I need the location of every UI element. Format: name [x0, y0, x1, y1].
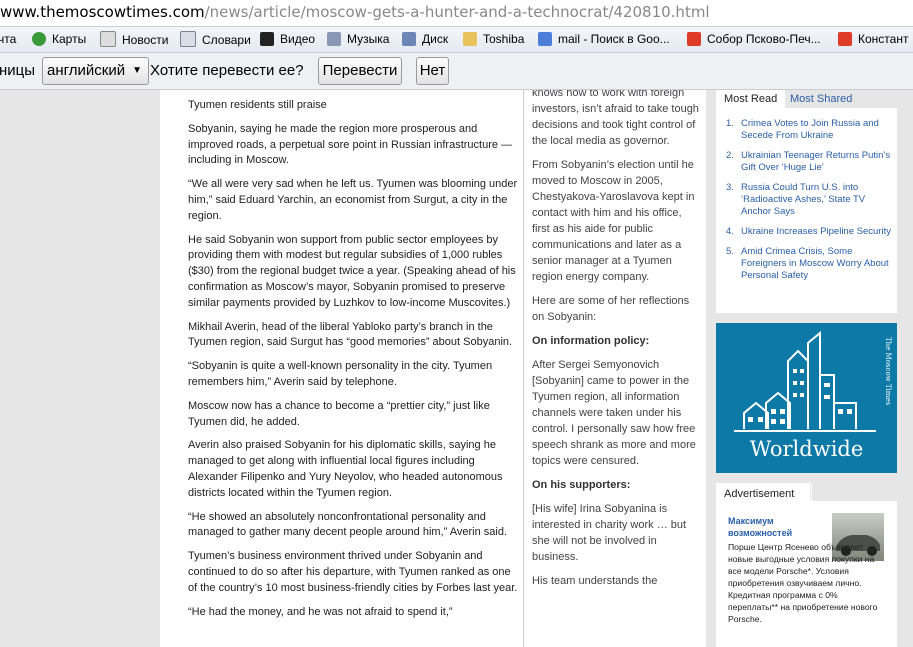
ad-header-bg: [812, 483, 897, 501]
translate-question: Хотите перевести ее?: [150, 62, 304, 79]
disk-icon: [402, 32, 416, 46]
translate-prefix: ницы: [0, 62, 36, 79]
article-paragraph: Tyumen’s business environment thrived un…: [188, 550, 518, 594]
bookmark-label: mail - Поиск в Goo...: [558, 32, 670, 46]
video-icon: [260, 32, 274, 46]
quote-paragraph: Here are some of her reflections on Soby…: [532, 295, 690, 323]
tab-most-shared[interactable]: Most Shared: [782, 90, 860, 108]
item-number: 2.: [726, 150, 734, 161]
quote-paragraph: His team understands the: [532, 575, 658, 587]
music-icon: [327, 32, 341, 46]
item-number: 4.: [726, 226, 734, 237]
bookmark-label: Констант: [858, 32, 909, 46]
most-read-widget: Most Read Most Shared 1. Crimea Votes to …: [716, 90, 897, 313]
bookmark-news[interactable]: Новости: [100, 31, 168, 48]
url-path: /news/article/moscow-gets-a-hunter-and-a…: [204, 3, 710, 21]
bookmark-maps[interactable]: Карты: [32, 31, 86, 48]
bookmark-dictionary[interactable]: Словари: [180, 31, 251, 48]
bookmark-label: Музыка: [347, 32, 390, 46]
quote-paragraph: knows how to work with foreign investors…: [532, 90, 699, 147]
most-read-item[interactable]: 4. Ukraine Increases Pipeline Security: [726, 226, 894, 238]
article-paragraph: “Sobyanin is quite a well-known personal…: [188, 360, 493, 388]
most-read-item[interactable]: 3. Russia Could Turn U.S. into ‘Radioacti…: [726, 182, 894, 218]
address-bar[interactable]: www.themoscowtimes.com/news/article/mosc…: [0, 0, 913, 27]
bookmark-google[interactable]: mail - Поиск в Goo...: [538, 31, 670, 48]
bookmark-label: Видео: [280, 32, 316, 46]
banner-side-logo: The Moscow Times: [884, 337, 892, 406]
ad-title[interactable]: Максимум возможностей: [728, 515, 818, 539]
ad-header: Advertisement: [716, 483, 811, 501]
banner-title: Worldwide: [749, 437, 864, 461]
item-link[interactable]: Amid Crimea Crisis, Some Foreigners in M…: [741, 246, 889, 281]
ad-text: Порше Центр Ясенево объявляет новые выго…: [728, 542, 878, 624]
bookmark-label: Собор Псково-Печ...: [707, 32, 821, 46]
item-link[interactable]: Crimea Votes to Join Russia and Secede F…: [741, 118, 879, 141]
item-number: 3.: [726, 182, 734, 193]
most-read-tabs: Most Read Most Shared: [716, 90, 897, 108]
article-paragraph: “He showed an absolutely nonconfrontatio…: [188, 510, 507, 539]
article-paragraph: Averin also praised Sobyanin for his dip…: [188, 439, 503, 499]
article-paragraph: Moscow now has a chance to become a “pre…: [188, 399, 490, 428]
google-icon: [538, 32, 552, 46]
bookmark-mail[interactable]: чта: [0, 31, 16, 48]
most-read-item[interactable]: 5. Amid Crimea Crisis, Some Foreigners in…: [726, 246, 894, 282]
language-select[interactable]: английский ▼: [42, 57, 149, 85]
item-number: 5.: [726, 246, 734, 257]
quote-heading: On his supporters:: [532, 479, 631, 491]
quote-paragraph: After Sergei Semyonovich [Sobyanin] came…: [532, 359, 696, 467]
page-content: Tyumen residents still praise Sobyanin, s…: [0, 90, 913, 647]
most-read-item[interactable]: 1. Crimea Votes to Join Russia and Secede…: [726, 118, 894, 142]
bookmark-konstant[interactable]: Констант: [838, 31, 908, 48]
article-paragraph: He said Sobyanin won support from public…: [188, 233, 516, 309]
item-link[interactable]: Russia Could Turn U.S. into ‘Radioactive…: [741, 182, 865, 217]
bookmark-label: Toshiba: [483, 32, 525, 46]
bookmark-label: Словари: [202, 33, 251, 47]
translate-bar: ницы английский ▼ Хотите перевести ее? Пе…: [0, 53, 913, 90]
bookmark-music[interactable]: Музыка: [327, 31, 389, 48]
quote-heading: On information policy:: [532, 335, 650, 347]
yandex-icon: [687, 32, 701, 46]
yandex-icon: [838, 32, 852, 46]
url-domain: www.themoscowtimes.com: [0, 3, 205, 21]
worldwide-banner[interactable]: The Moscow Times Worldwide: [716, 323, 897, 473]
bookmark-label: чта: [0, 32, 17, 46]
advertisement-box: Advertisement Максимум возможностей Порш…: [716, 483, 897, 647]
bookmark-video[interactable]: Видео: [260, 31, 315, 48]
bookmark-label: Карты: [52, 32, 87, 46]
quote-paragraph: [His wife] Irina Sobyanina is interested…: [532, 503, 687, 563]
item-link[interactable]: Ukrainian Teenager Returns Putin’s Gift …: [741, 150, 890, 173]
most-read-list: 1. Crimea Votes to Join Russia and Secede…: [726, 118, 894, 290]
maps-icon: [32, 32, 46, 46]
dictionary-icon: [180, 31, 196, 47]
bookmarks-bar: чта Карты Новости Словари Видео Музыка Д…: [0, 27, 913, 53]
article-paragraph: “He had the money, and he was not afraid…: [188, 605, 453, 618]
news-icon: [100, 31, 116, 47]
tab-most-read[interactable]: Most Read: [716, 90, 786, 108]
item-number: 1.: [726, 118, 734, 129]
bookmark-toshiba[interactable]: Toshiba: [463, 31, 524, 48]
bookmark-disk[interactable]: Диск: [402, 31, 448, 48]
quote-paragraph: From Sobyanin’s election until he moved …: [532, 159, 695, 283]
article-paragraph: Mikhail Averin, head of the liberal Yabl…: [188, 320, 513, 349]
sidebar-quote: knows how to work with foreign investors…: [524, 90, 706, 647]
article-paragraph: Tyumen residents still praise: [188, 99, 327, 111]
article-body: Tyumen residents still praise Sobyanin, s…: [160, 90, 523, 647]
bookmark-sobor[interactable]: Собор Псково-Печ...: [687, 31, 821, 48]
bookmark-label: Новости: [122, 33, 169, 47]
most-read-item[interactable]: 2. Ukrainian Teenager Returns Putin’s Gif…: [726, 150, 894, 174]
article-paragraph: “We all were very sad when he left us. T…: [188, 178, 518, 222]
item-link[interactable]: Ukraine Increases Pipeline Security: [741, 226, 891, 237]
chevron-down-icon: ▼: [132, 65, 142, 76]
bookmark-label: Диск: [422, 32, 449, 46]
translate-button[interactable]: Перевести: [318, 57, 402, 85]
no-button[interactable]: Нет: [416, 57, 449, 85]
folder-icon: [463, 32, 477, 46]
article-paragraph: Sobyanin, saying he made the region more…: [188, 122, 513, 167]
language-value: английский: [47, 62, 126, 79]
